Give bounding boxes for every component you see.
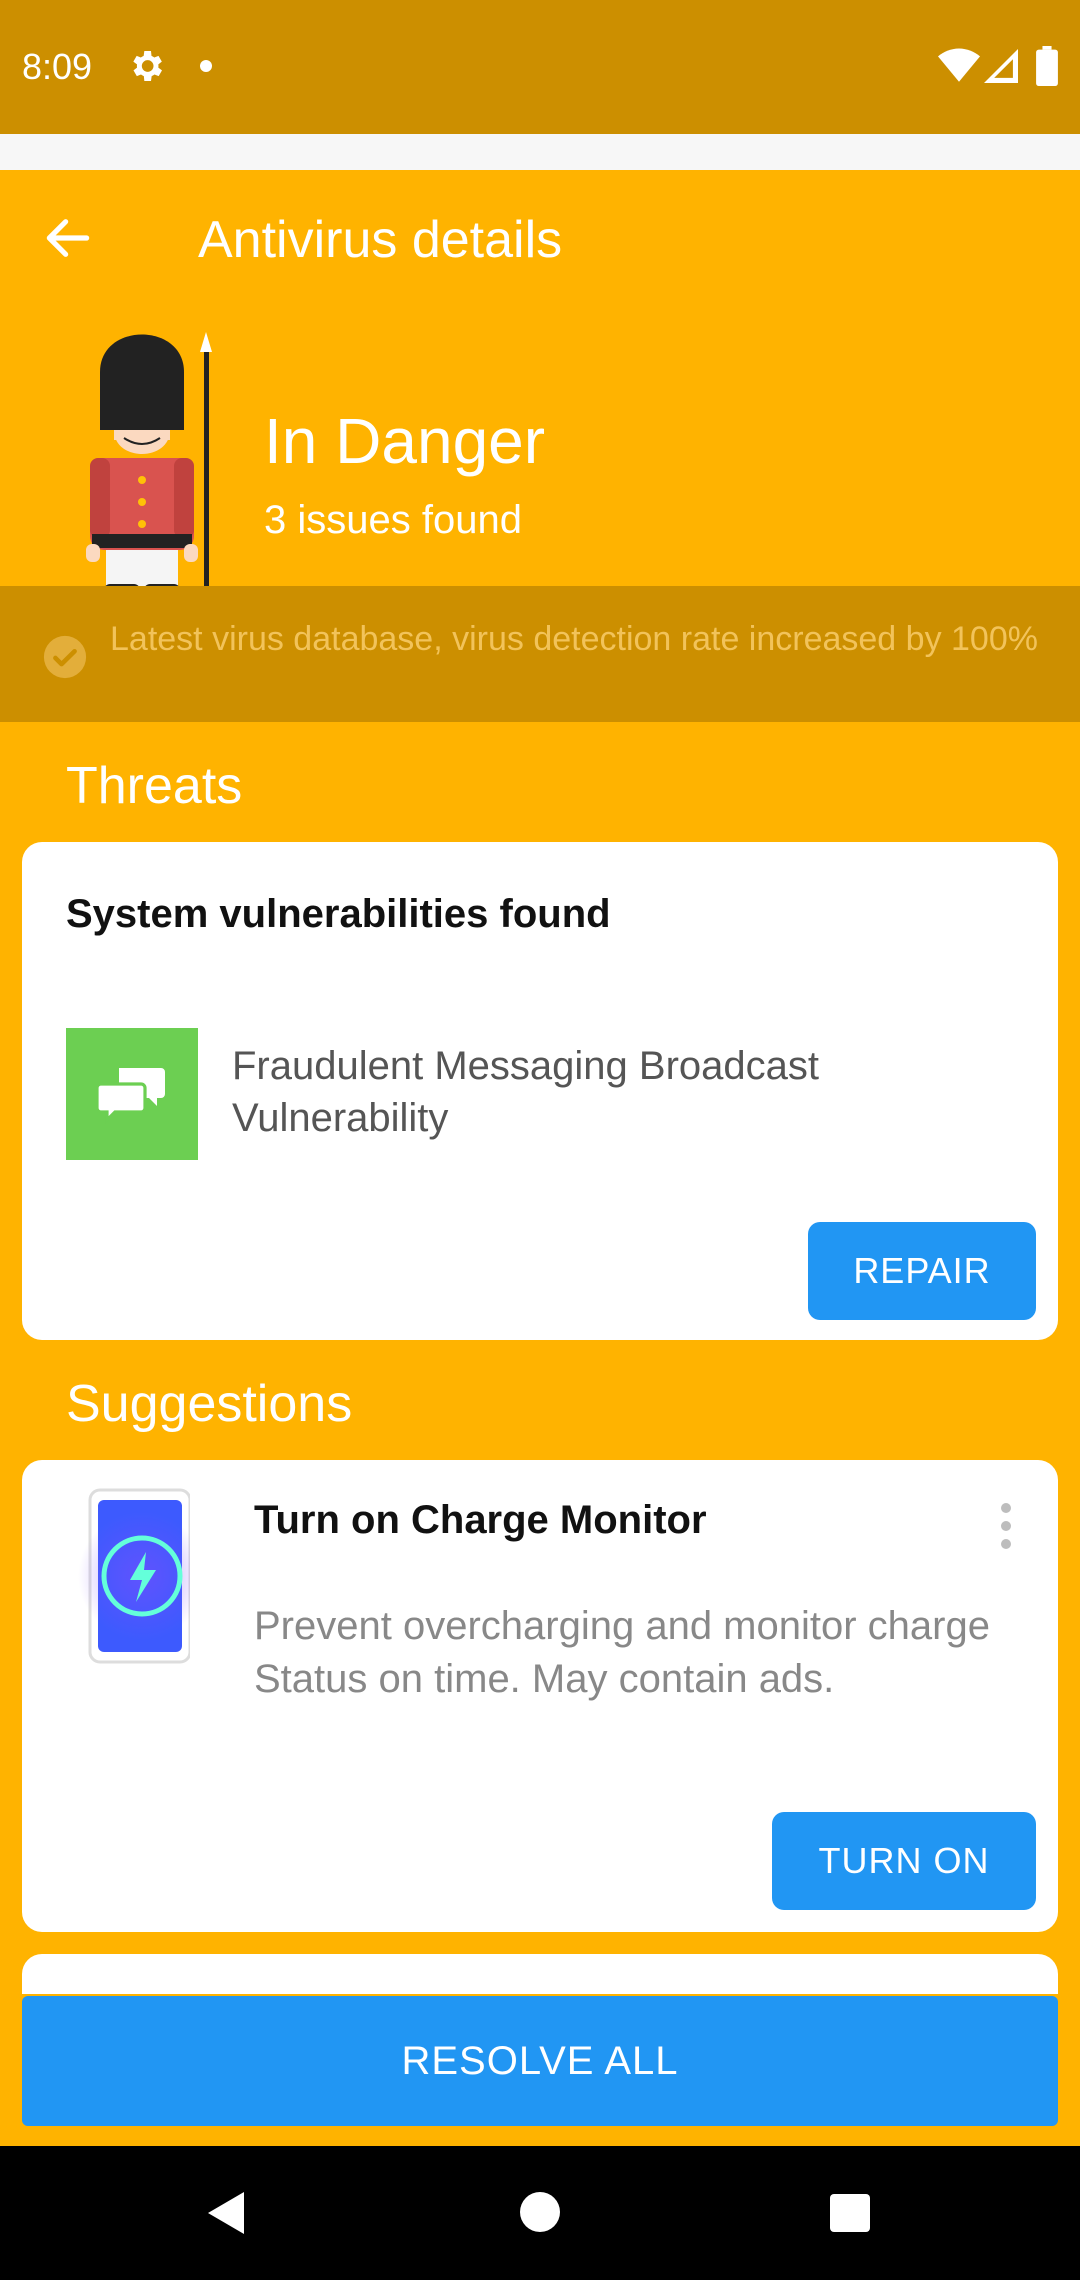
repair-button[interactable]: REPAIR	[808, 1222, 1036, 1320]
threat-card: System vulnerabilities found Fraudulent …	[22, 842, 1058, 1340]
charge-monitor-icon	[78, 1488, 190, 1664]
back-button[interactable]	[30, 200, 106, 276]
page-title: Antivirus details	[198, 211, 563, 269]
suggestion-card: Turn on Charge Monitor Prevent overcharg…	[22, 1460, 1058, 1932]
status-time: 8:09	[22, 46, 93, 87]
guard-illustration	[86, 332, 212, 610]
chat-bubbles-icon	[97, 1068, 165, 1124]
nav-home-icon[interactable]	[520, 2192, 560, 2232]
system-nav-bar	[0, 2146, 1080, 2280]
turn-on-button[interactable]: TURN ON	[772, 1812, 1036, 1910]
more-options-icon[interactable]	[986, 1496, 1026, 1556]
threat-item-icon	[66, 1028, 198, 1160]
status-bar: 8:09	[0, 0, 1080, 134]
threats-section-title: Threats	[66, 757, 243, 815]
gear-icon	[133, 51, 162, 81]
nav-recents-icon[interactable]	[830, 2194, 870, 2232]
check-circle-icon	[43, 635, 87, 679]
arrow-left-icon	[46, 219, 90, 257]
status-subtitle: 3 issues found	[264, 498, 522, 542]
database-banner: Latest virus database, virus detection r…	[0, 586, 1080, 722]
suggestion-description: Prevent overcharging and monitor charge …	[254, 1604, 990, 1701]
battery-icon	[1036, 46, 1058, 86]
app-bar: Antivirus details	[0, 170, 1080, 300]
signal-icon	[984, 49, 1018, 83]
wifi-icon	[938, 48, 980, 82]
resolve-all-button[interactable]: RESOLVE ALL	[22, 1996, 1058, 2126]
next-card-peek	[22, 1954, 1058, 1994]
suggestions-section-title: Suggestions	[66, 1375, 353, 1433]
nav-back-icon[interactable]	[204, 2190, 248, 2236]
database-banner-text: Latest virus database, virus detection r…	[110, 620, 1038, 658]
threat-card-title: System vulnerabilities found	[66, 892, 611, 936]
notification-dot	[200, 60, 212, 72]
suggestion-card-title: Turn on Charge Monitor	[254, 1498, 707, 1542]
status-title: In Danger	[264, 405, 546, 477]
threat-item-text: Fraudulent Messaging Broadcast Vulnerabi…	[232, 1044, 819, 1140]
top-strip	[0, 134, 1080, 170]
